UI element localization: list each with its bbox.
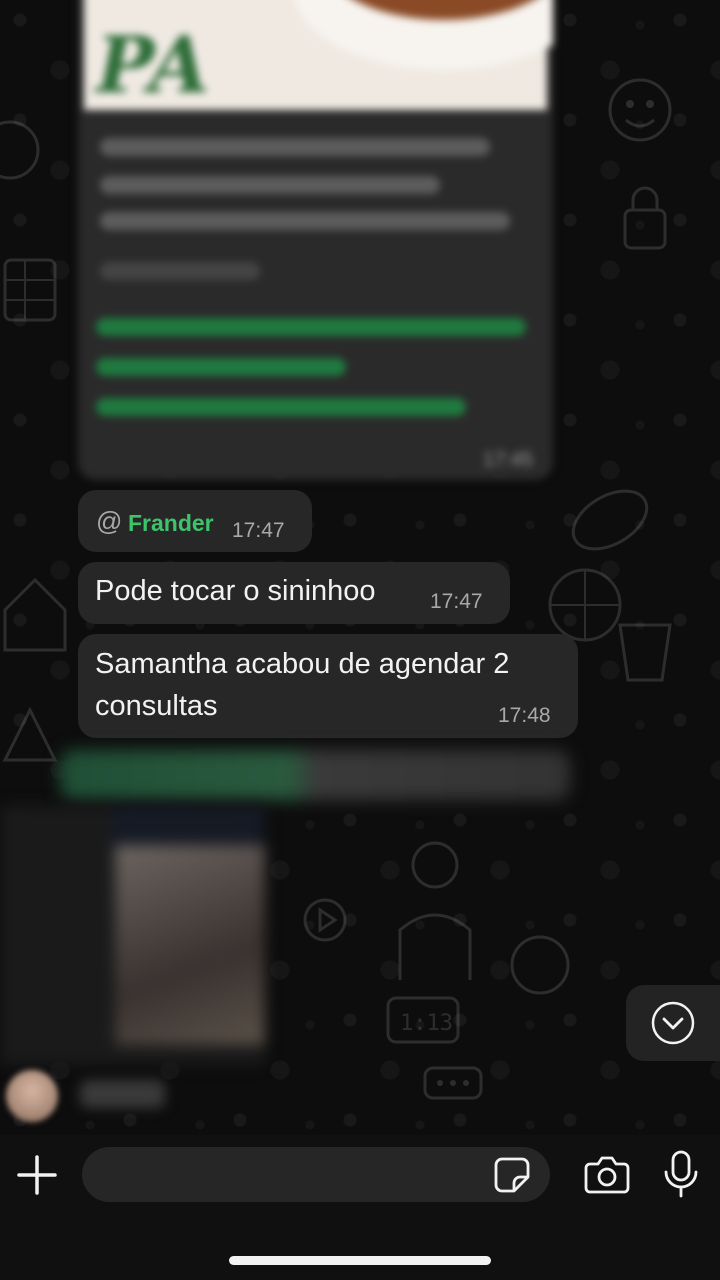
football-doodle-icon	[571, 489, 649, 551]
svg-text:1:13: 1:13	[400, 1011, 453, 1036]
attach-button[interactable]	[16, 1154, 58, 1196]
chevron-down-icon	[651, 1001, 695, 1045]
blurred-link-preview-message[interactable]: PA 17:45	[78, 0, 553, 480]
blurred-sender-name	[80, 1080, 165, 1108]
message-time: 17:47	[430, 590, 483, 613]
blurred-message[interactable]	[60, 750, 570, 800]
home-indicator[interactable]	[229, 1256, 491, 1265]
play-doodle-icon	[303, 898, 347, 942]
plus-icon	[17, 1155, 57, 1195]
message-time: 17:45	[482, 449, 533, 471]
message-text-line-1: Samantha acabou de agendar 2	[95, 648, 510, 680]
fruit-doodle-icon	[510, 935, 570, 995]
text-message-bubble[interactable]: Samantha acabou de agendar 2 consultas 1…	[78, 634, 578, 738]
grid-doodle-icon	[3, 258, 57, 322]
person-doodle-icon	[398, 841, 472, 980]
face-doodle-icon	[0, 120, 40, 180]
message-time: 17:48	[498, 704, 551, 727]
lock-doodle-icon	[623, 186, 667, 250]
smiley-doodle-icon	[608, 78, 672, 142]
preview-image: PA	[84, 0, 553, 111]
tree-doodle-icon	[2, 706, 58, 762]
text-message-bubble[interactable]: Pode tocar o sininhoo 17:47	[78, 562, 510, 624]
blurred-media-message[interactable]	[0, 805, 265, 1065]
message-input[interactable]	[82, 1147, 550, 1202]
message-text-line-2: consultas	[95, 690, 218, 722]
cup-doodle-icon	[618, 623, 672, 682]
mention-name[interactable]: Frander	[128, 510, 214, 537]
clock-doodle-icon: 1:13	[386, 996, 460, 1044]
message-time: 17:47	[232, 519, 285, 542]
chat-doodle-icon	[423, 1066, 483, 1100]
at-sign-icon: @	[96, 506, 123, 536]
sticker-button[interactable]	[494, 1157, 530, 1193]
microphone-button[interactable]	[662, 1150, 700, 1198]
avatar[interactable]	[6, 1070, 58, 1122]
microphone-icon	[664, 1150, 698, 1198]
house-doodle-icon	[3, 577, 67, 652]
message-text: Pode tocar o sininhoo	[95, 575, 376, 607]
scroll-to-bottom-button[interactable]	[626, 985, 720, 1061]
camera-button[interactable]	[584, 1154, 630, 1194]
sticker-icon	[494, 1157, 530, 1193]
camera-icon	[584, 1156, 630, 1194]
mention-message-bubble[interactable]: @ Frander 17:47	[78, 490, 312, 552]
